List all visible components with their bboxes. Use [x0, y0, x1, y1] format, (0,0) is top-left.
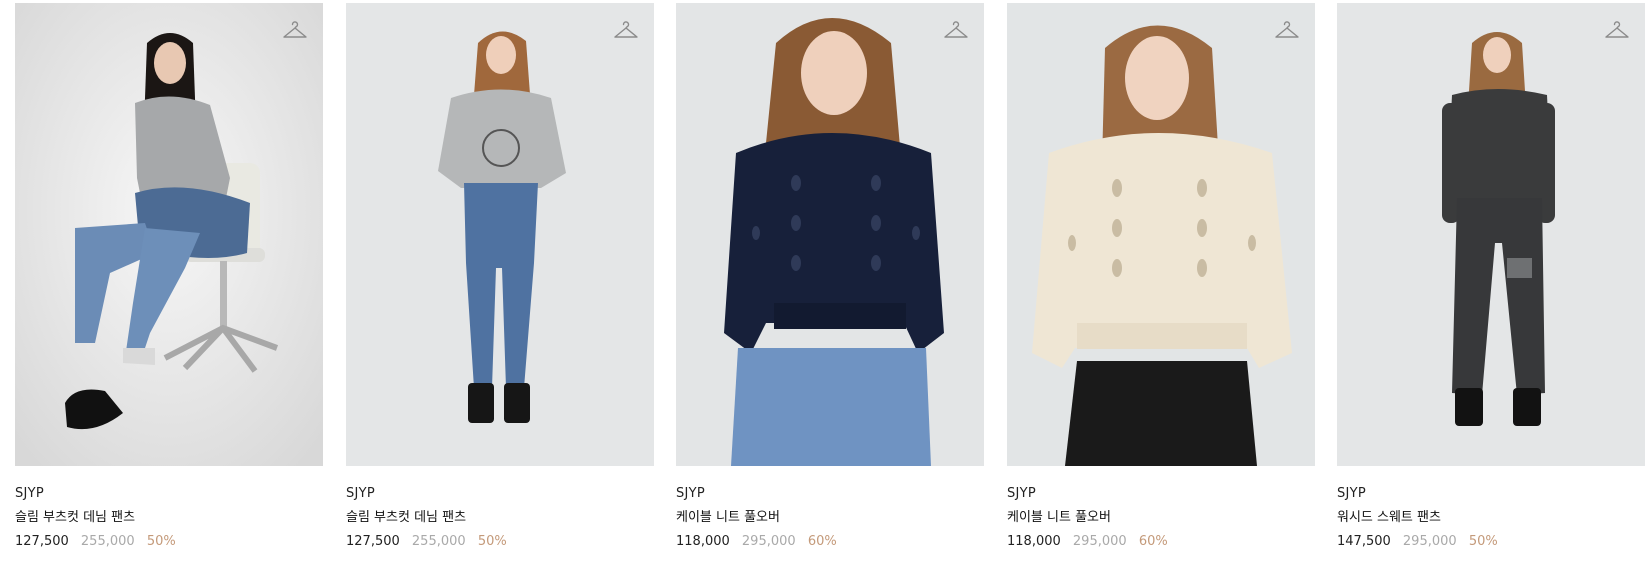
original-price: 295,000	[1072, 534, 1127, 549]
product-photo	[1337, 3, 1645, 466]
product-name[interactable]: 케이블 니트 풀오버	[1007, 509, 1315, 526]
product-card[interactable]: SJYP 워시드 스웨트 팬츠 147,500 295,000 50%	[1337, 3, 1645, 555]
product-image[interactable]	[1337, 3, 1645, 466]
sale-price: 118,000	[1007, 534, 1061, 549]
wishlist-button[interactable]	[281, 17, 309, 45]
product-brand: SJYP	[1007, 486, 1037, 501]
product-brand: SJYP	[346, 486, 376, 501]
discount-rate: 50%	[477, 534, 507, 549]
product-info: SJYP 워시드 스웨트 팬츠 147,500 295,000 50%	[1337, 466, 1645, 550]
sale-price: 118,000	[676, 534, 730, 549]
product-grid: SJYP 슬림 부츠컷 데님 팬츠 127,500 255,000 50% SJ…	[0, 0, 1645, 561]
price-row: 127,500 255,000 50%	[15, 533, 323, 550]
hanger-icon	[1275, 21, 1299, 38]
product-photo	[676, 3, 984, 466]
product-info: SJYP 슬림 부츠컷 데님 팬츠 127,500 255,000 50%	[15, 466, 323, 550]
wishlist-button[interactable]	[1603, 17, 1631, 45]
product-info: SJYP 슬림 부츠컷 데님 팬츠 127,500 255,000 50%	[346, 466, 654, 550]
wishlist-button[interactable]	[942, 17, 970, 45]
product-image[interactable]	[15, 3, 323, 466]
discount-rate: 50%	[146, 534, 176, 549]
product-photo	[15, 3, 323, 466]
hanger-icon	[283, 21, 307, 38]
sale-price: 127,500	[346, 534, 400, 549]
discount-rate: 60%	[1138, 534, 1168, 549]
original-price: 295,000	[741, 534, 796, 549]
product-name[interactable]: 워시드 스웨트 팬츠	[1337, 509, 1645, 526]
product-card[interactable]: SJYP 슬림 부츠컷 데님 팬츠 127,500 255,000 50%	[346, 3, 654, 555]
product-image[interactable]	[676, 3, 984, 466]
hanger-icon	[1605, 21, 1629, 38]
product-card[interactable]: SJYP 케이블 니트 풀오버 118,000 295,000 60%	[676, 3, 984, 555]
product-photo	[346, 3, 654, 466]
discount-rate: 60%	[807, 534, 837, 549]
product-card[interactable]: SJYP 케이블 니트 풀오버 118,000 295,000 60%	[1007, 3, 1315, 555]
product-card[interactable]: SJYP 슬림 부츠컷 데님 팬츠 127,500 255,000 50%	[15, 3, 323, 555]
product-image[interactable]	[346, 3, 654, 466]
original-price: 295,000	[1402, 534, 1457, 549]
original-price: 255,000	[411, 534, 466, 549]
price-row: 127,500 255,000 50%	[346, 533, 654, 550]
sale-price: 147,500	[1337, 534, 1391, 549]
product-name[interactable]: 슬림 부츠컷 데님 팬츠	[15, 509, 323, 526]
product-name[interactable]: 케이블 니트 풀오버	[676, 509, 984, 526]
product-photo	[1007, 3, 1315, 466]
product-info: SJYP 케이블 니트 풀오버 118,000 295,000 60%	[1007, 466, 1315, 550]
original-price: 255,000	[80, 534, 135, 549]
wishlist-button[interactable]	[612, 17, 640, 45]
hanger-icon	[944, 21, 968, 38]
hanger-icon	[614, 21, 638, 38]
product-brand: SJYP	[15, 486, 45, 501]
product-brand: SJYP	[676, 486, 706, 501]
discount-rate: 50%	[1468, 534, 1498, 549]
product-name[interactable]: 슬림 부츠컷 데님 팬츠	[346, 509, 654, 526]
wishlist-button[interactable]	[1273, 17, 1301, 45]
price-row: 118,000 295,000 60%	[1007, 533, 1315, 550]
price-row: 118,000 295,000 60%	[676, 533, 984, 550]
product-image[interactable]	[1007, 3, 1315, 466]
sale-price: 127,500	[15, 534, 69, 549]
price-row: 147,500 295,000 50%	[1337, 533, 1645, 550]
product-brand: SJYP	[1337, 486, 1367, 501]
product-info: SJYP 케이블 니트 풀오버 118,000 295,000 60%	[676, 466, 984, 550]
